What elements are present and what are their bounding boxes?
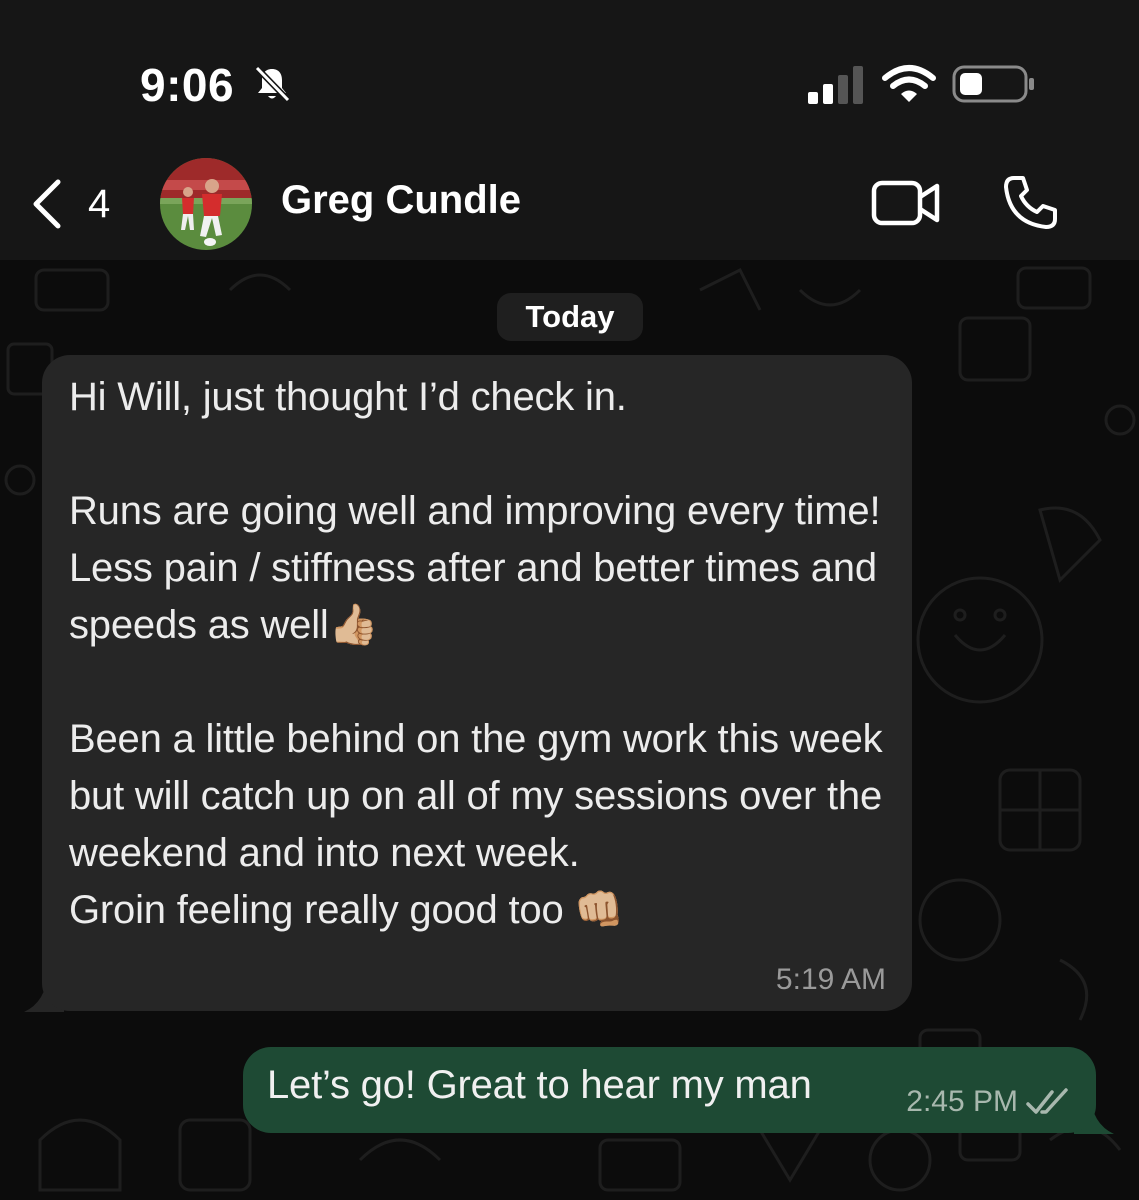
incoming-message-time: 5:19 AM bbox=[775, 963, 886, 996]
cellular-signal-icon bbox=[808, 66, 863, 104]
unread-count: 4 bbox=[88, 181, 111, 226]
outgoing-message-time: 2:45 PM bbox=[906, 1085, 1018, 1118]
chat-screen: 9:06 4 Greg Cundle Today Hi Will, just t… bbox=[0, 0, 1139, 1200]
status-bar: 9:06 bbox=[0, 0, 1139, 150]
outgoing-message-meta: 2:45 PM bbox=[906, 1085, 1070, 1119]
chat-header: 4 Greg Cundle bbox=[0, 150, 1139, 260]
outgoing-message-text: Let’s go! Great to hear my man bbox=[267, 1063, 812, 1107]
avatar-photo bbox=[160, 158, 252, 250]
contact-name[interactable]: Greg Cundle bbox=[281, 178, 521, 223]
battery-icon bbox=[952, 65, 1034, 103]
message-list[interactable]: Today Hi Will, just thought I’d check in… bbox=[0, 260, 1139, 1200]
contact-avatar[interactable] bbox=[160, 158, 252, 250]
back-button[interactable]: 4 bbox=[26, 172, 110, 236]
incoming-message-bubble[interactable]: Hi Will, just thought I’d check in. Runs… bbox=[42, 355, 912, 1011]
incoming-message-text: Hi Will, just thought I’d check in. Runs… bbox=[69, 375, 883, 932]
bell-slash-icon bbox=[254, 65, 291, 103]
status-time: 9:06 bbox=[140, 59, 235, 111]
outgoing-message-bubble[interactable]: Let’s go! Great to hear my man 2:45 PM bbox=[243, 1047, 1096, 1133]
chevron-left-icon bbox=[33, 179, 61, 229]
wifi-icon bbox=[882, 65, 936, 102]
date-chip: Today bbox=[497, 293, 643, 341]
phone-icon[interactable] bbox=[1000, 172, 1060, 232]
video-camera-icon[interactable] bbox=[870, 178, 942, 228]
double-check-read-icon bbox=[1026, 1088, 1068, 1114]
